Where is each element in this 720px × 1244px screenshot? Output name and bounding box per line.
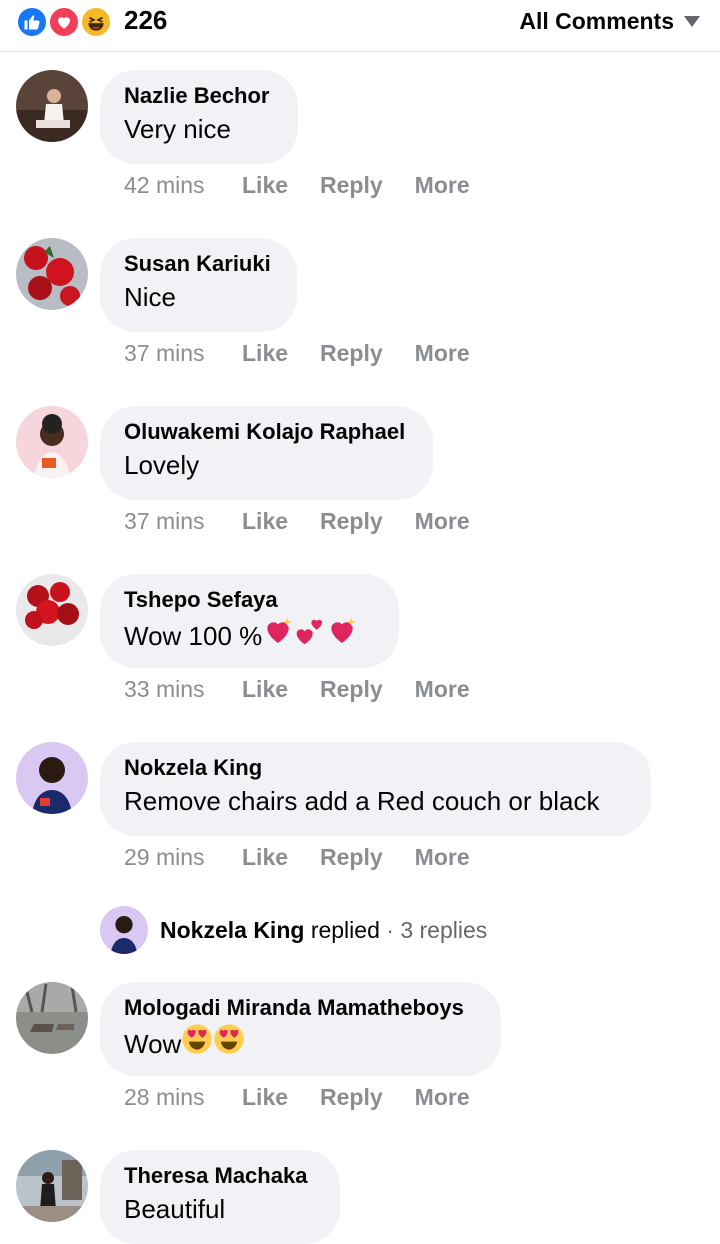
comment-bubble[interactable]: Tshepo Sefaya Wow 100 % [100, 574, 399, 668]
comment-actions: 29 mins Like Reply More [124, 844, 502, 871]
comment-author[interactable]: Susan Kariuki [124, 249, 273, 279]
more-button[interactable]: More [415, 676, 470, 703]
comment-author[interactable]: Oluwakemi Kolajo Raphael [124, 417, 409, 447]
more-button[interactable]: More [415, 844, 470, 871]
comment-bubble[interactable]: Theresa Machaka Beautiful [100, 1150, 340, 1244]
avatar[interactable] [16, 238, 88, 310]
more-button[interactable]: More [415, 508, 470, 535]
like-button[interactable]: Like [242, 1084, 288, 1111]
like-button[interactable]: Like [242, 676, 288, 703]
comment-text: Wow [124, 1023, 477, 1064]
more-button[interactable]: More [415, 340, 470, 367]
comments-header: 226 All Comments [0, 0, 720, 52]
comment-timestamp[interactable]: 37 mins [124, 340, 242, 367]
comment-text: Remove chairs add a Red couch or black [124, 786, 600, 816]
avatar[interactable] [16, 574, 88, 646]
comment-timestamp[interactable]: 42 mins [124, 172, 242, 199]
comment-author[interactable]: Tshepo Sefaya [124, 585, 375, 615]
comment-text: Very nice [124, 114, 231, 144]
comment-author[interactable]: Nokzela King [124, 753, 627, 783]
comment-filter-label: All Comments [519, 8, 674, 34]
comment-bubble[interactable]: Nazlie Bechor Very nice [100, 70, 298, 164]
comment-timestamp[interactable]: 37 mins [124, 508, 242, 535]
reply-button[interactable]: Reply [320, 172, 383, 199]
reply-button[interactable]: Reply [320, 508, 383, 535]
reply-button[interactable]: Reply [320, 844, 383, 871]
comment-actions: 37 mins Like Reply More [124, 508, 502, 535]
love-icon [48, 6, 80, 38]
comment-text: Nice [124, 282, 177, 312]
avatar[interactable] [16, 70, 88, 142]
comment-text: Lovely [124, 450, 200, 480]
reply-button[interactable]: Reply [320, 340, 383, 367]
comment-text-content: Wow [124, 1028, 182, 1059]
like-button[interactable]: Like [242, 340, 288, 367]
comment-actions: 33 mins Like Reply More [124, 676, 502, 703]
comment-text-content: Wow 100 % [124, 620, 263, 651]
reply-button[interactable]: Reply [320, 1084, 383, 1111]
view-replies-link[interactable]: Nokzela King replied · 3 replies [100, 906, 487, 954]
avatar[interactable] [16, 982, 88, 1054]
two-hearts-icon [294, 615, 326, 656]
comment-text: Beautiful [124, 1194, 226, 1224]
comment-actions: 28 mins Like Reply More [124, 1084, 502, 1111]
comment-filter-dropdown[interactable]: All Comments [519, 8, 700, 35]
comment-bubble[interactable]: Oluwakemi Kolajo Raphael Lovely [100, 406, 433, 500]
comment-bubble[interactable]: Susan Kariuki Nice [100, 238, 297, 332]
like-button[interactable]: Like [242, 844, 288, 871]
comment-bubble[interactable]: Mologadi Miranda Mamatheboys Wow [100, 982, 501, 1076]
comment-author[interactable]: Theresa Machaka [124, 1161, 316, 1191]
comment-bubble[interactable]: Nokzela King Remove chairs add a Red cou… [100, 742, 651, 836]
reaction-summary[interactable] [16, 6, 116, 38]
comment-actions: 37 mins Like Reply More [124, 340, 502, 367]
comment-timestamp[interactable]: 28 mins [124, 1084, 242, 1111]
comment-text: Wow 100 % [124, 615, 375, 656]
reply-count: 3 replies [400, 916, 488, 943]
reply-button[interactable]: Reply [320, 676, 383, 703]
haha-icon [80, 6, 112, 38]
avatar[interactable] [16, 1150, 88, 1222]
reply-summary: Nokzela King replied · 3 replies [160, 917, 487, 944]
comment-author[interactable]: Nazlie Bechor [124, 81, 274, 111]
reaction-count[interactable]: 226 [124, 5, 167, 36]
heart-eyes-icon [213, 1023, 245, 1064]
avatar[interactable] [16, 742, 88, 814]
reply-separator: · [386, 916, 394, 943]
avatar [100, 906, 148, 954]
sparkling-heart-icon [262, 615, 294, 656]
like-button[interactable]: Like [242, 508, 288, 535]
caret-down-icon [684, 16, 700, 27]
comment-timestamp[interactable]: 29 mins [124, 844, 242, 871]
like-button[interactable]: Like [242, 172, 288, 199]
heart-eyes-icon [181, 1023, 213, 1064]
reply-action: replied [310, 916, 380, 943]
comment-author[interactable]: Mologadi Miranda Mamatheboys [124, 993, 477, 1023]
more-button[interactable]: More [415, 1084, 470, 1111]
more-button[interactable]: More [415, 172, 470, 199]
comment-timestamp[interactable]: 33 mins [124, 676, 242, 703]
sparkling-heart-icon [326, 615, 358, 656]
avatar[interactable] [16, 406, 88, 478]
like-icon [16, 6, 48, 38]
reply-author: Nokzela King [160, 916, 305, 943]
comment-actions: 42 mins Like Reply More [124, 172, 502, 199]
